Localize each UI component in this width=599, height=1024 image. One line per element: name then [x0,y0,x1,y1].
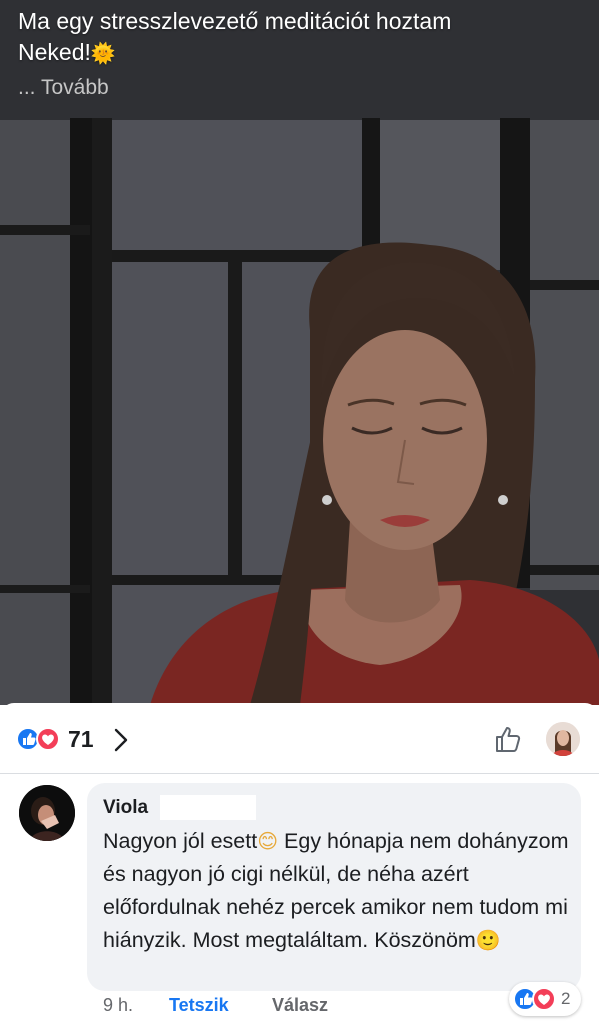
sun-emoji-icon: 🌞 [90,41,116,65]
video-player[interactable]: Ma egy stresszlevezető meditációt hoztam… [0,0,599,705]
like-icon [16,727,40,751]
comment-text: Nagyon jól esett😊 Egy hónapja nem dohány… [103,825,573,957]
thumbs-up-icon[interactable] [494,724,524,754]
caption-line-2: Neked! [18,39,91,65]
commenter-avatar[interactable] [19,785,75,841]
love-icon [36,727,60,751]
comment-like-button[interactable]: Tetszik [169,995,229,1016]
post-caption: Ma egy stresszlevezető meditációt hoztam… [18,6,578,69]
page-avatar-image [546,722,580,756]
smiling-emoji-icon: 😊 [257,829,279,853]
reaction-icons[interactable] [16,727,64,751]
love-icon [532,987,556,1011]
page-avatar[interactable] [546,722,580,756]
divider [0,773,599,774]
reactions-bar: 71 [0,703,599,773]
comments-panel: 71 Viola Nagyon jól esett😊 Egy hónapja n… [0,703,599,1024]
redacted-name [160,795,256,820]
comment-reaction-count: 2 [561,989,571,1008]
commenter-avatar-image [19,785,75,841]
caption-line-1: Ma egy stresszlevezető meditációt hoztam [18,8,452,34]
video-frame [0,0,599,705]
comment-bubble[interactable]: Viola Nagyon jól esett😊 Egy hónapja nem … [87,783,581,991]
comment-reactions[interactable]: 2 [509,982,581,1016]
slight-smile-emoji-icon: 🙂 [475,928,501,952]
comment-reply-button[interactable]: Válasz [272,995,328,1016]
reaction-count[interactable]: 71 [68,726,94,753]
comment-timestamp[interactable]: 9 h. [103,995,133,1016]
see-more-link[interactable]: ... Tovább [18,76,109,100]
comment-text-part-1: Nagyon jól esett [103,829,258,853]
comment-reaction-icons [513,987,556,1011]
chevron-right-icon[interactable] [114,728,128,752]
